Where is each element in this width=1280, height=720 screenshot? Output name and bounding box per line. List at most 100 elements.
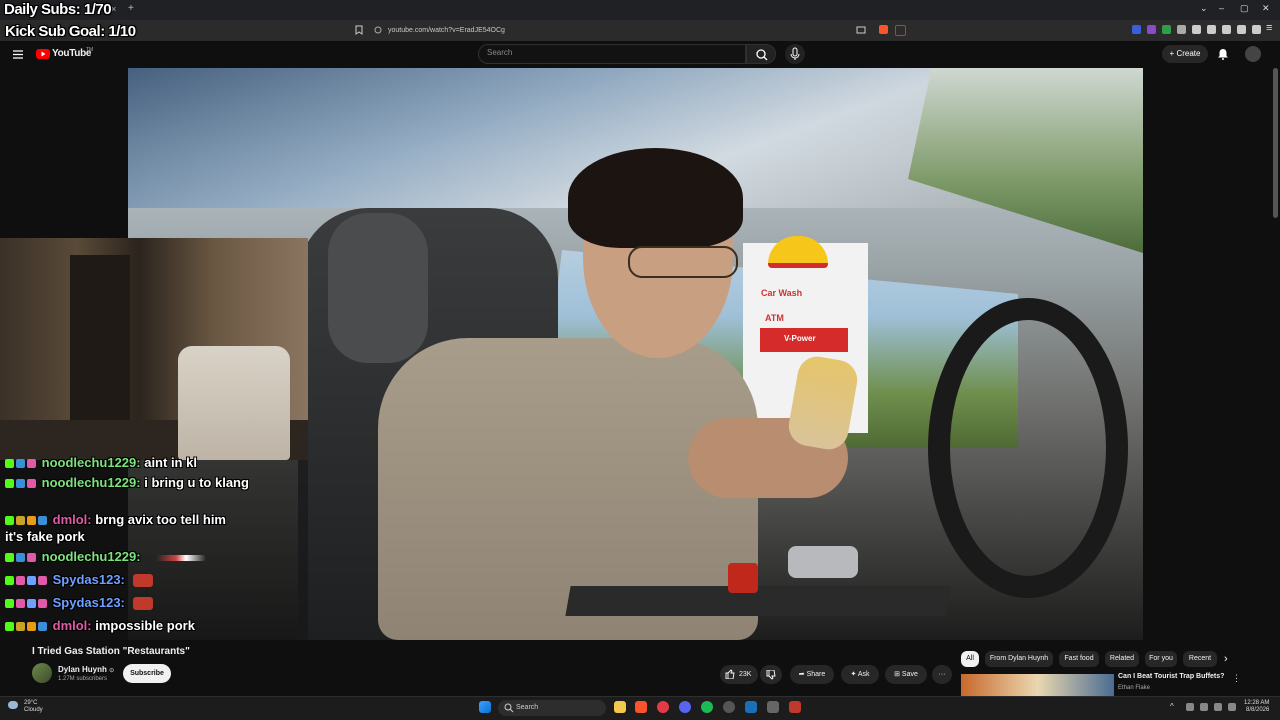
dislike-button[interactable] — [760, 665, 782, 684]
brave-shield-icon[interactable] — [879, 25, 888, 34]
search-button[interactable] — [746, 44, 776, 64]
hamburger-menu-icon[interactable] — [13, 50, 23, 59]
subscribe-button[interactable]: Subscribe — [123, 664, 171, 683]
shell-logo — [768, 236, 828, 268]
music-icon[interactable] — [1192, 25, 1201, 34]
maximize-button[interactable]: ▢ — [1240, 3, 1249, 14]
vpn-icon[interactable] — [1237, 25, 1246, 34]
youtube-logo-icon[interactable] — [36, 49, 50, 59]
extension-icon[interactable] — [1147, 25, 1156, 34]
kick-badge-icon — [5, 599, 14, 609]
cast-icon[interactable] — [856, 26, 866, 34]
share-button[interactable]: ➦ Share — [790, 665, 834, 684]
tray-table — [565, 586, 951, 616]
chip-recent[interactable]: Recent — [1183, 651, 1217, 667]
weather-widget[interactable]: 29°C Cloudy — [24, 700, 43, 714]
sub-badge-icon — [16, 576, 25, 586]
person-glasses — [628, 246, 738, 278]
create-button[interactable]: + Create — [1162, 45, 1208, 63]
webcam-doorway — [70, 255, 130, 425]
tray-app-icon[interactable] — [1186, 703, 1194, 711]
system-clock[interactable]: 12:28 AM 8/8/2026 — [1244, 700, 1269, 714]
chips-next-chevron-icon[interactable]: › — [1224, 653, 1228, 665]
brave-browser-icon[interactable] — [635, 701, 647, 713]
search-input[interactable]: Search — [478, 44, 746, 64]
search-icon — [756, 49, 768, 61]
app-icon[interactable] — [789, 701, 801, 713]
windows-start-icon[interactable] — [479, 701, 491, 713]
network-icon[interactable] — [1214, 703, 1222, 711]
discord-icon[interactable] — [679, 701, 691, 713]
more-actions-button[interactable]: ··· — [932, 665, 952, 684]
vip-badge-icon — [38, 576, 47, 586]
like-count: 23K — [739, 671, 752, 678]
chip-all[interactable]: All — [961, 651, 979, 667]
steam-icon[interactable] — [745, 701, 757, 713]
tab-close-button[interactable]: × — [111, 4, 116, 14]
site-info-icon[interactable] — [374, 26, 382, 34]
kick-badge-icon — [5, 459, 14, 469]
chip-fast-food[interactable]: Fast food — [1059, 651, 1099, 667]
channel-name[interactable]: Dylan Huynh ⊙ — [58, 665, 114, 674]
ask-button[interactable]: ✦ Ask — [841, 665, 879, 684]
tray-chevron-icon[interactable]: ^ — [1170, 702, 1174, 711]
minimize-button[interactable]: – — [1219, 3, 1224, 13]
chip-related[interactable]: Related — [1105, 651, 1139, 667]
shield-icon[interactable] — [1252, 25, 1261, 34]
gift-badge-icon — [27, 516, 36, 526]
chat-message-continuation: it's fake pork — [5, 529, 85, 544]
extension-icon[interactable] — [1162, 25, 1171, 34]
url-field[interactable]: youtube.com/watch?v=EradJE54OCg — [388, 23, 888, 38]
daily-subs-counter: Daily Subs: 1/70 — [4, 1, 112, 18]
menu-icon[interactable]: ≡ — [1266, 22, 1272, 34]
channel-avatar[interactable] — [32, 663, 52, 683]
like-button[interactable]: 23K — [720, 665, 758, 684]
settings-gear-icon[interactable] — [767, 701, 779, 713]
rewards-icon[interactable] — [895, 25, 906, 36]
recommended-more-icon[interactable]: ⋮ — [1232, 673, 1241, 684]
kick-badge-icon — [5, 622, 14, 632]
sign-text: Car Wash — [761, 288, 803, 298]
chat-username: Spydas123: — [52, 572, 125, 587]
file-explorer-icon[interactable] — [614, 701, 626, 713]
page-scrollbar[interactable] — [1273, 68, 1278, 218]
vip-badge-icon — [38, 599, 47, 609]
new-tab-button[interactable]: + — [128, 3, 134, 14]
extension-icon[interactable] — [1177, 25, 1186, 34]
notifications-bell-icon[interactable] — [1217, 48, 1229, 60]
volume-icon[interactable] — [1228, 703, 1236, 711]
recommended-title[interactable]: Can I Beat Tourist Trap Buffets? — [1118, 673, 1224, 680]
chat-emote-icon — [132, 597, 153, 611]
kick-badge-icon — [5, 516, 14, 526]
kick-sub-goal: Kick Sub Goal: 1/10 — [5, 23, 136, 40]
share-label: Share — [806, 671, 826, 678]
app-icon[interactable] — [657, 701, 669, 713]
chat-username: dmlol: — [52, 512, 92, 527]
wallet-icon[interactable] — [1222, 25, 1231, 34]
sidebar-icon[interactable] — [1207, 25, 1216, 34]
browser-tab-bar — [0, 0, 1280, 20]
close-window-button[interactable]: ✕ — [1262, 3, 1270, 14]
chat-overlay: noodlechu1229: aint in kl noodlechu1229:… — [0, 455, 308, 640]
chat-message: Spydas123: — [5, 572, 153, 588]
chat-message: noodlechu1229: aint in kl — [5, 455, 197, 470]
bookmark-icon[interactable] — [355, 25, 363, 35]
account-avatar[interactable] — [1245, 46, 1261, 62]
microphone-tray-icon[interactable] — [1200, 703, 1208, 711]
taskbar-search[interactable]: Search — [498, 700, 606, 716]
chip-for-you[interactable]: For you — [1145, 651, 1177, 667]
spotify-icon[interactable] — [701, 701, 713, 713]
recommended-channel[interactable]: Ethan Flake — [1118, 685, 1150, 691]
voice-search-button[interactable] — [785, 44, 805, 64]
chip-from-channel[interactable]: From Dylan Huynh — [985, 651, 1053, 667]
microphone-icon — [790, 47, 800, 60]
obs-icon[interactable] — [723, 701, 735, 713]
recommended-thumbnail[interactable] — [961, 674, 1114, 696]
channel-name-text: Dylan Huynh — [58, 665, 107, 674]
tab-search-icon[interactable]: ⌄ — [1200, 3, 1208, 14]
weather-cloud-icon — [8, 701, 18, 709]
subscriber-count: 1.27M subscribers — [58, 676, 108, 682]
save-button[interactable]: ⊞ Save — [885, 665, 927, 684]
extension-icon[interactable] — [1132, 25, 1141, 34]
youtube-logo-sup: TM — [86, 47, 94, 53]
